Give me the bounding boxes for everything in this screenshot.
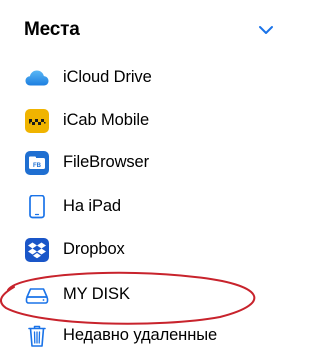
location-label: iCloud Drive [63,68,152,86]
location-item-filebrowser[interactable]: FB FileBrowser [0,141,291,185]
ipad-icon [29,195,45,219]
chevron-down-icon[interactable] [258,24,274,36]
location-label: Недавно удаленные [63,326,218,344]
section-title: Места [24,19,80,40]
locations-panel: Места iCloud Drive iCab Mobile FB FileBr… [0,0,291,360]
location-item-my-disk[interactable]: MY DISK [0,273,291,317]
location-label: MY DISK [63,285,130,303]
location-label: iCab Mobile [63,111,150,129]
icloud-icon [25,70,49,86]
location-item-icab-mobile[interactable]: iCab Mobile [0,99,291,143]
location-item-recently-deleted[interactable]: Недавно удаленные [0,314,291,358]
icab-mobile-icon [25,109,49,133]
external-drive-icon [25,288,49,304]
location-label: Dropbox [63,240,125,258]
location-label: FileBrowser [63,153,150,171]
location-label: На iPad [63,197,122,215]
location-item-dropbox[interactable]: Dropbox [0,228,291,272]
location-item-icloud-drive[interactable]: iCloud Drive [0,56,291,100]
trash-icon [28,325,46,347]
filebrowser-icon: FB [25,151,49,175]
section-header-places[interactable]: Места [0,0,291,56]
dropbox-icon [25,238,49,262]
location-item-on-ipad[interactable]: На iPad [0,185,291,229]
svg-text:FB: FB [33,163,42,169]
